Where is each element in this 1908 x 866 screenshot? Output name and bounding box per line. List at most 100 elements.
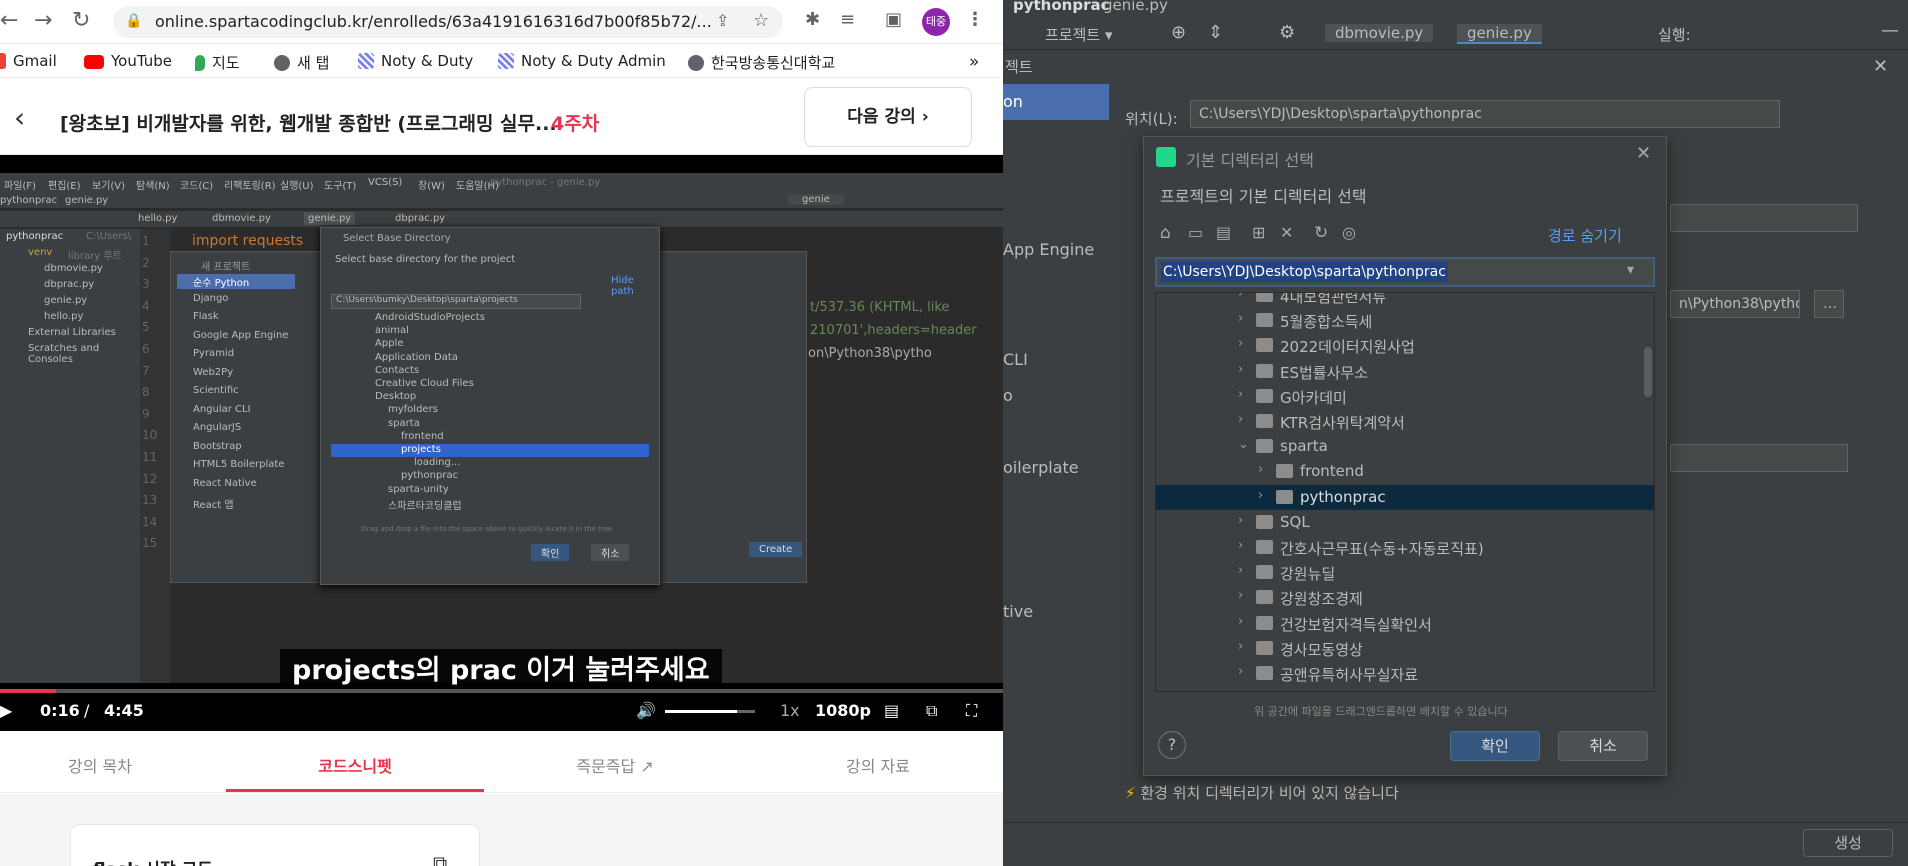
tree-row[interactable]: › pythonprac [1156, 484, 1654, 510]
play-icon[interactable]: ▶ [0, 701, 12, 720]
refresh-icon[interactable]: ↻ [1314, 223, 1328, 243]
hide-path-link[interactable]: 경로 숨기기 [1548, 225, 1622, 246]
chevron-right-icon[interactable]: › [1238, 412, 1243, 427]
volume-slider[interactable] [665, 710, 755, 713]
path-input[interactable]: C:\Users\YDJ\Desktop\sparta\pythonprac ▾ [1155, 257, 1655, 287]
interpreter-select[interactable]: n\Python38\python. [1670, 290, 1800, 318]
pip-icon[interactable]: ⧉ [926, 701, 937, 721]
bookmark-star-icon[interactable]: ☆ [753, 10, 769, 31]
cancel-button[interactable]: 취소 [1558, 731, 1648, 761]
tab-qna[interactable]: 즉문즉답 ↗ [495, 753, 735, 777]
directory-tree[interactable]: › 4내보험관련서류 › 5월종합소득세 › 2022데이터지원사업 › ES법률사무소 › G아… [1155, 292, 1655, 692]
speed-button[interactable]: 1x [780, 701, 800, 720]
tree-row[interactable]: › SQL [1156, 510, 1654, 535]
field-bg[interactable] [1670, 444, 1848, 472]
side-panel-icon[interactable]: ▣ [885, 9, 902, 30]
chevron-right-icon[interactable]: › [1258, 488, 1263, 503]
bookmark-maps[interactable]: 지도 [195, 52, 240, 73]
tree-row[interactable]: › G아카데미 [1156, 384, 1654, 409]
tree-row[interactable]: › ES법률사무소 [1156, 359, 1654, 384]
extensions-icon[interactable]: ✱ [805, 9, 820, 30]
tree-scrollbar[interactable] [1644, 347, 1652, 397]
video-player[interactable]: 파일(F) 편집(E) 보기(V) 탐색(N) 코드(C) 리팩토링(R) 실행(U) 도구(… [0, 155, 1003, 731]
interpreter-browse-button[interactable]: … [1814, 290, 1844, 318]
pc-tab-dbmovie[interactable]: dbmovie.py [1325, 24, 1434, 42]
bookmark-new-tab[interactable]: 새 탭 [274, 52, 329, 73]
chevron-right-icon[interactable]: › [1238, 563, 1243, 578]
tree-row[interactable]: › KTR검사위탁계약서 [1156, 409, 1654, 434]
chevron-down-icon[interactable]: ▾ [1627, 262, 1634, 278]
reload-icon[interactable]: ↻ [72, 10, 90, 32]
project-type-item[interactable]: CLI [1003, 350, 1028, 369]
chevron-down-icon[interactable]: ⌄ [1238, 437, 1249, 452]
chevron-right-icon[interactable]: › [1238, 639, 1243, 654]
more-bookmarks-icon[interactable]: » [969, 52, 979, 72]
chevron-right-icon[interactable]: › [1238, 513, 1243, 528]
lecture-back-icon[interactable]: ‹ [14, 101, 25, 134]
bookmark-gmail[interactable]: Gmail [0, 52, 57, 70]
chevron-right-icon[interactable]: › [1238, 588, 1243, 603]
desktop-icon[interactable]: ▭ [1188, 223, 1203, 242]
fullscreen-icon[interactable]: ⛶ [966, 701, 977, 721]
close-icon[interactable]: ✕ [1873, 56, 1888, 77]
bookmark-noty-duty[interactable]: Noty & Duty [358, 52, 473, 70]
volume-icon[interactable]: 🔊 [636, 701, 656, 720]
tree-row[interactable]: › 간호사근무표(수동+자동로직표) [1156, 535, 1654, 560]
chevron-right-icon[interactable]: › [1238, 336, 1243, 351]
gear-icon[interactable]: ⚙ [1279, 22, 1295, 43]
project-folder-icon[interactable]: ▤ [1216, 223, 1231, 242]
lock-icon[interactable]: 🔒 [125, 13, 142, 29]
tab-code-snippet[interactable]: 코드스니펫 [235, 753, 475, 777]
back-icon[interactable]: ← [0, 10, 18, 32]
tree-row[interactable]: › 4내보험관련서류 [1156, 293, 1654, 308]
url-bar[interactable]: 🔒 online.spartacodingclub.kr/enrolleds/6… [113, 6, 783, 38]
dialog-close-icon[interactable]: ✕ [1636, 143, 1651, 164]
pc-project-tool[interactable]: 프로젝트 ▾ [1045, 24, 1113, 45]
project-type-item[interactable]: tive [1003, 602, 1033, 621]
project-type-item[interactable]: oilerplate [1003, 458, 1079, 477]
show-hidden-icon[interactable]: ◎ [1342, 223, 1356, 242]
tree-row[interactable]: › 강원뉴딜 [1156, 560, 1654, 585]
tree-row[interactable]: ⌄ sparta [1156, 434, 1654, 459]
chevron-right-icon[interactable]: › [1258, 462, 1263, 477]
create-button[interactable]: 생성 [1803, 829, 1893, 857]
chevron-right-icon[interactable]: › [1238, 311, 1243, 326]
new-folder-icon[interactable]: ⊞ [1252, 223, 1265, 242]
tree-row[interactable]: › 강원창조경제 [1156, 585, 1654, 610]
tree-row[interactable]: › 2022데이터지원사업 [1156, 333, 1654, 358]
delete-icon[interactable]: ✕ [1280, 223, 1293, 242]
tree-row[interactable]: › 건강보험자격득실확인서 [1156, 611, 1654, 636]
next-lecture-button[interactable]: 다음 강의 › [804, 87, 972, 147]
tree-row[interactable]: › frontend [1156, 459, 1654, 484]
menu-kebab-icon[interactable]: ⋮ [966, 9, 984, 30]
quality-button[interactable]: 1080p [815, 701, 871, 720]
tree-row[interactable]: › 5월종합소득세 [1156, 308, 1654, 333]
ok-button[interactable]: 확인 [1450, 731, 1540, 761]
tab-materials[interactable]: 강의 자료 [758, 753, 998, 777]
project-type-item[interactable]: o [1003, 386, 1013, 405]
tree-row[interactable]: › 기술문서 [1156, 686, 1654, 691]
home-icon[interactable]: ⌂ [1160, 223, 1171, 243]
help-button[interactable]: ? [1158, 731, 1186, 759]
bookmark-youtube[interactable]: YouTube [84, 52, 172, 70]
chevron-right-icon[interactable]: › [1238, 689, 1243, 691]
collapse-icon[interactable]: ⇕ [1208, 22, 1223, 43]
pc-tab-genie[interactable]: genie.py [1457, 24, 1542, 44]
profile-avatar[interactable]: 태중 [922, 8, 950, 36]
project-type-item[interactable]: App Engine [1003, 240, 1094, 259]
tree-row[interactable]: › 공앤유특허사무실자료 [1156, 661, 1654, 686]
chevron-right-icon[interactable]: › [1238, 293, 1243, 301]
bookmark-noty-duty-admin[interactable]: Noty & Duty Admin [498, 52, 666, 70]
chevron-right-icon[interactable]: › [1238, 362, 1243, 377]
copy-icon[interactable]: ⧉ [433, 851, 447, 866]
share-icon[interactable]: ⇪ [716, 11, 729, 30]
tree-row[interactable]: › 경사모동영상 [1156, 636, 1654, 661]
location-input[interactable]: C:\Users\YDJ\Desktop\sparta\pythonprac [1190, 100, 1780, 128]
bookmark-knou[interactable]: 한국방송통신대학교 [688, 52, 835, 73]
chevron-right-icon[interactable]: › [1238, 387, 1243, 402]
chevron-right-icon[interactable]: › [1238, 614, 1243, 629]
chevron-right-icon[interactable]: › [1238, 538, 1243, 553]
chevron-right-icon[interactable]: › [1238, 664, 1243, 679]
media-control-icon[interactable]: ≡ [840, 9, 855, 30]
captions-icon[interactable]: ▤ [884, 701, 899, 720]
